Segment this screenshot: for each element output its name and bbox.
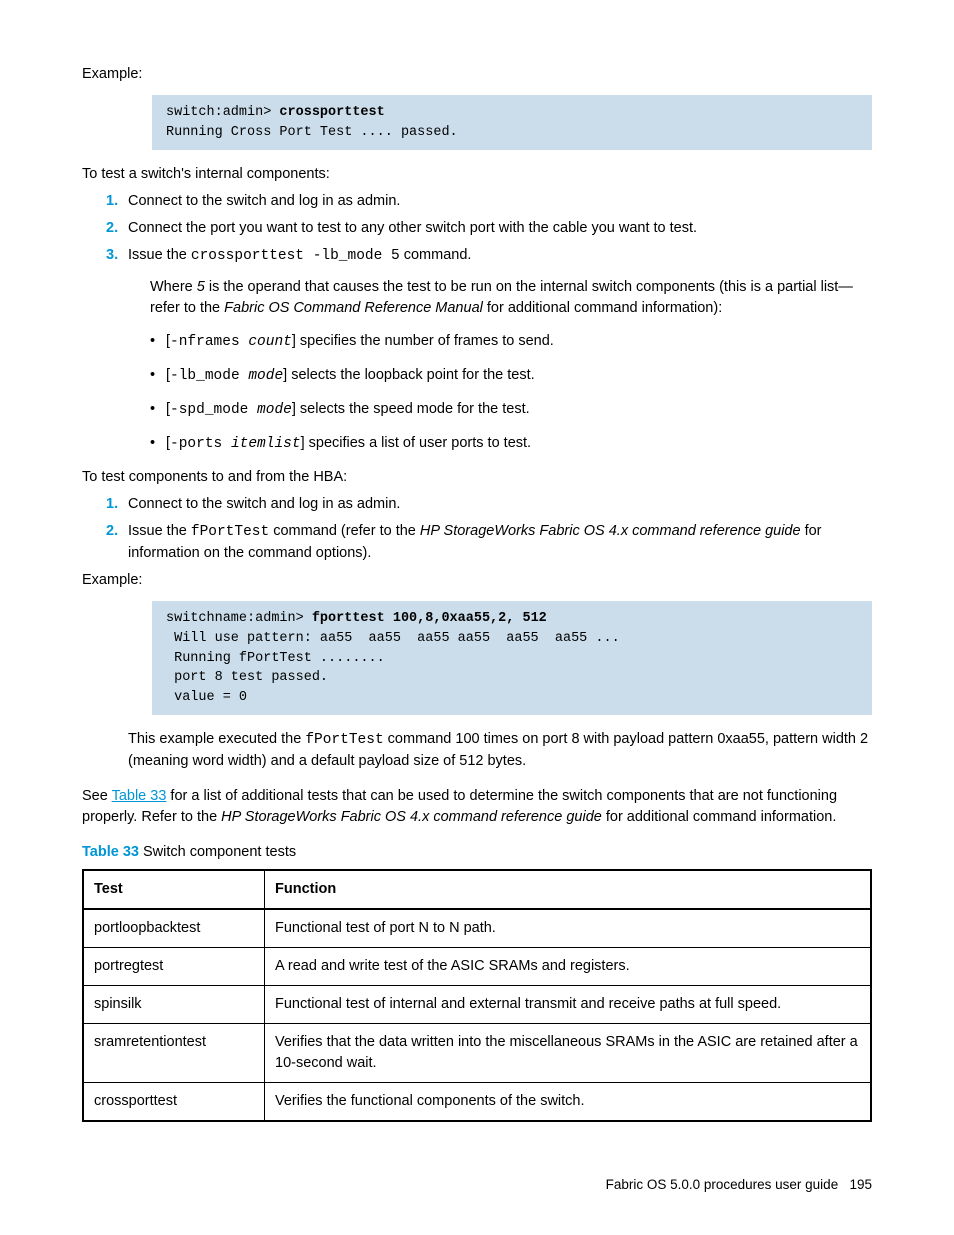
page-footer: Fabric OS 5.0.0 procedures user guide 19… — [606, 1175, 872, 1195]
cell-function: Functional test of port N to N path. — [265, 909, 872, 948]
col-header-test: Test — [83, 870, 265, 909]
table-caption-text: Switch component tests — [139, 844, 296, 860]
table-row: portregtest A read and write test of the… — [83, 948, 871, 986]
step-2: 2. Connect the port you want to test to a… — [106, 218, 872, 239]
code-output: Running Cross Port Test .... passed. — [166, 125, 458, 140]
cell-function: Verifies that the data written into the … — [265, 1024, 872, 1083]
step-number: 3. — [106, 245, 118, 266]
link-table-33[interactable]: Table 33 — [112, 788, 167, 804]
table-caption: Table 33 Switch component tests — [82, 842, 872, 863]
table-row: sramretentiontest Verifies that the data… — [83, 1024, 871, 1083]
cell-test: spinsilk — [83, 986, 265, 1024]
steps-hba: 1. Connect to the switch and log in as ad… — [106, 494, 872, 564]
option-nframes: [-nframes count] specifies the number of… — [150, 331, 872, 353]
table-row: portloopbacktest Functional test of port… — [83, 909, 871, 948]
col-header-function: Function — [265, 870, 872, 909]
cell-function: A read and write test of the ASIC SRAMs … — [265, 948, 872, 986]
footer-page-number: 195 — [849, 1177, 872, 1192]
para-after-code2: This example executed the fPortTest comm… — [128, 729, 872, 772]
code-prompt: switch:admin> — [166, 105, 279, 120]
table-caption-label: Table 33 — [82, 844, 139, 860]
code-command: crossporttest — [279, 105, 384, 120]
step-text: Connect to the switch and log in as admi… — [128, 496, 400, 512]
step-number: 1. — [106, 191, 118, 212]
table-row: crossporttest Verifies the functional co… — [83, 1083, 871, 1122]
label-example-2: Example: — [82, 570, 872, 591]
step-sub-para: Where 5 is the operand that causes the t… — [150, 277, 872, 319]
step-1: 1. Connect to the switch and log in as ad… — [106, 494, 872, 515]
option-spd-mode: [-spd_mode mode] selects the speed mode … — [150, 399, 872, 421]
step-text: Issue the fPortTest command (refer to th… — [128, 523, 822, 561]
step-1: 1. Connect to the switch and log in as ad… — [106, 191, 872, 212]
option-ports: [-ports itemlist] specifies a list of us… — [150, 433, 872, 455]
code-command: fporttest 100,8,0xaa55,2, 512 — [312, 611, 547, 626]
footer-title: Fabric OS 5.0.0 procedures user guide — [606, 1177, 839, 1192]
code-prompt: switchname:admin> — [166, 611, 312, 626]
cell-function: Functional test of internal and external… — [265, 986, 872, 1024]
option-list: [-nframes count] specifies the number of… — [150, 331, 872, 455]
step-3: 3. Issue the crossporttest -lb_mode 5 co… — [106, 245, 872, 455]
step-number: 1. — [106, 494, 118, 515]
step-number: 2. — [106, 521, 118, 542]
steps-internal: 1. Connect to the switch and log in as ad… — [106, 191, 872, 455]
step-text: Connect to the switch and log in as admi… — [128, 193, 400, 209]
label-example-1: Example: — [82, 64, 872, 85]
cell-test: portregtest — [83, 948, 265, 986]
para-see-table: See Table 33 for a list of additional te… — [82, 786, 872, 828]
table-switch-component-tests: Test Function portloopbacktest Functiona… — [82, 869, 872, 1122]
code-output: Will use pattern: aa55 aa55 aa55 aa55 aa… — [166, 631, 620, 705]
intro-test-internal: To test a switch's internal components: — [82, 164, 872, 185]
cell-test: crossporttest — [83, 1083, 265, 1122]
code-block-2: switchname:admin> fporttest 100,8,0xaa55… — [152, 601, 872, 715]
intro-test-hba: To test components to and from the HBA: — [82, 467, 872, 488]
option-lb-mode: [-lb_mode mode] selects the loopback poi… — [150, 365, 872, 387]
code-block-1: switch:admin> crossporttest Running Cros… — [152, 95, 872, 150]
cell-test: portloopbacktest — [83, 909, 265, 948]
cell-test: sramretentiontest — [83, 1024, 265, 1083]
step-text: Connect the port you want to test to any… — [128, 220, 697, 236]
cell-function: Verifies the functional components of th… — [265, 1083, 872, 1122]
table-row: spinsilk Functional test of internal and… — [83, 986, 871, 1024]
step-2: 2. Issue the fPortTest command (refer to… — [106, 521, 872, 564]
step-number: 2. — [106, 218, 118, 239]
step-text: Issue the crossporttest -lb_mode 5 comma… — [128, 247, 471, 263]
